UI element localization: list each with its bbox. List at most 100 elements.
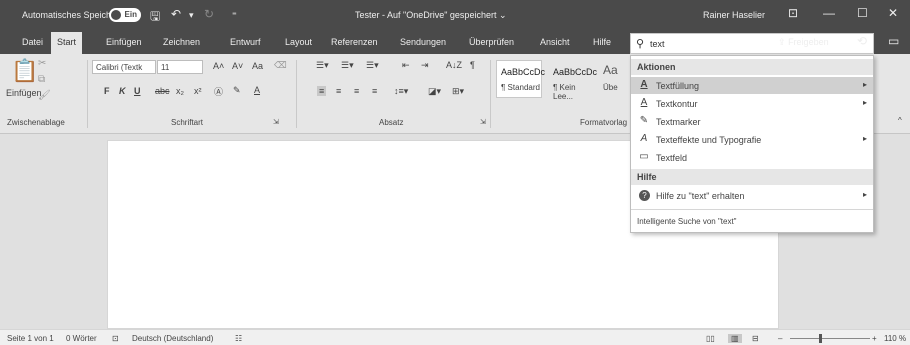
menu-item-texteffekte[interactable]: A Texteffekte und Typografie ▸ <box>631 131 873 148</box>
proofing-icon[interactable]: ⊡ <box>112 334 119 343</box>
text-effects-icon[interactable]: Ⓐ <box>214 85 223 98</box>
history-icon[interactable]: ⟲ <box>857 34 867 48</box>
collapse-ribbon-icon[interactable]: ^ <box>898 116 902 125</box>
font-size-field[interactable]: 11 <box>157 60 203 74</box>
tab-ansicht[interactable]: Ansicht <box>540 37 570 47</box>
clear-formatting-icon[interactable]: ⌫ <box>274 60 287 71</box>
zoom-slider[interactable] <box>790 338 870 339</box>
menu-item-label: Textfüllung <box>656 81 700 91</box>
align-left-icon[interactable]: ≡ <box>317 86 327 96</box>
redo-icon[interactable]: ↻ <box>204 7 214 21</box>
zoom-slider-thumb[interactable] <box>819 334 822 343</box>
tab-einfuegen[interactable]: Einfügen <box>106 37 142 47</box>
autosave-toggle[interactable]: Ein <box>109 8 141 22</box>
menu-item-help[interactable]: ? Hilfe zu "text" erhalten ▸ <box>631 187 873 204</box>
tab-datei[interactable]: Datei <box>22 37 43 47</box>
section-header-help: Hilfe <box>631 169 873 185</box>
menu-item-label: Texteffekte und Typografie <box>656 135 762 145</box>
paragraph-dialog-launcher-icon[interactable]: ⇲ <box>480 118 486 126</box>
undo-icon[interactable]: ↶ <box>171 7 181 21</box>
minimize-icon[interactable]: — <box>823 6 835 20</box>
paragraph-group-label: Absatz <box>379 118 404 127</box>
font-name-field[interactable]: Calibri (Textk <box>92 60 156 74</box>
justify-icon[interactable]: ≡ <box>372 86 377 96</box>
undo-dropdown-icon[interactable]: ▾ <box>189 10 194 21</box>
menu-item-label: Textkontur <box>656 99 698 109</box>
text-effects-icon: A <box>640 133 648 144</box>
accessibility-icon[interactable]: ☷ <box>235 334 242 343</box>
tab-entwurf[interactable]: Entwurf <box>230 37 261 47</box>
tab-referenzen[interactable]: Referenzen <box>331 37 378 47</box>
style-standard[interactable]: AaBbCcDc ¶ Standard <box>496 60 545 98</box>
zoom-out-button[interactable]: – <box>778 334 782 343</box>
italic-button[interactable]: K <box>119 86 126 96</box>
font-color-icon[interactable]: A <box>254 85 260 95</box>
tab-ueberpruefen[interactable]: Überprüfen <box>469 37 514 47</box>
share-button[interactable]: ⇪ Freigeben <box>778 37 829 48</box>
customize-icon[interactable]: ⁼ <box>232 10 237 21</box>
menu-item-textfuellung[interactable]: A Textfüllung ▸ <box>631 77 873 94</box>
line-spacing-icon[interactable]: ↕≡▾ <box>394 86 408 97</box>
style-heading[interactable]: Aa Übe <box>598 60 630 98</box>
decrease-indent-icon[interactable]: ⇤ <box>402 60 410 71</box>
style-no-spacing[interactable]: AaBbCcDc ¶ Kein Lee... <box>548 60 597 101</box>
shading-icon[interactable]: ◪▾ <box>428 86 441 97</box>
ribbon-display-icon[interactable]: ⊡ <box>788 6 798 20</box>
bold-button[interactable]: F <box>104 86 110 96</box>
subscript-button[interactable]: x₂ <box>176 86 184 96</box>
user-name[interactable]: Rainer Haselier <box>703 10 765 20</box>
borders-icon[interactable]: ⊞▾ <box>452 86 464 97</box>
language[interactable]: Deutsch (Deutschland) <box>132 334 213 343</box>
superscript-button[interactable]: x² <box>194 86 202 96</box>
increase-indent-icon[interactable]: ⇥ <box>421 60 429 71</box>
help-icon: ? <box>639 190 650 201</box>
align-right-icon[interactable]: ≡ <box>354 86 359 96</box>
grow-font-button[interactable]: A˄ <box>213 61 224 71</box>
shrink-font-button[interactable]: A˅ <box>232 61 243 71</box>
style-name: ¶ Kein Lee... <box>553 83 576 101</box>
tab-hilfe[interactable]: Hilfe <box>593 37 611 47</box>
read-mode-icon[interactable]: ▯▯ <box>706 334 715 343</box>
comments-icon[interactable]: ▭ <box>888 34 899 48</box>
multilevel-list-icon[interactable]: ☰▾ <box>366 60 379 71</box>
paste-icon[interactable]: 📋 <box>11 58 38 84</box>
close-icon[interactable]: ✕ <box>888 6 898 20</box>
document-title-chevron-icon[interactable]: ⌄ <box>499 10 507 20</box>
web-layout-icon[interactable]: ⊟ <box>752 334 759 343</box>
save-icon[interactable]: 🖫 <box>150 7 160 28</box>
numbering-icon[interactable]: ☰▾ <box>341 60 354 71</box>
maximize-icon[interactable]: ☐ <box>857 6 868 20</box>
menu-item-label: Textmarker <box>656 117 701 127</box>
strikethrough-button[interactable]: abc <box>155 86 170 96</box>
word-count[interactable]: 0 Wörter <box>66 334 97 343</box>
sort-button[interactable]: A↓Z <box>446 60 462 70</box>
search-suggestions-dropdown: Aktionen A Textfüllung ▸ A Textkontur ▸ … <box>630 55 874 233</box>
search-box[interactable]: ⚲ text <box>630 33 874 54</box>
bullets-icon[interactable]: ☰▾ <box>316 60 329 71</box>
zoom-in-button[interactable]: + <box>872 334 877 343</box>
tab-zeichnen[interactable]: Zeichnen <box>163 37 200 47</box>
show-formatting-button[interactable]: ¶ <box>470 60 475 70</box>
menu-item-textkontur[interactable]: A Textkontur ▸ <box>631 95 873 112</box>
paste-button[interactable]: Einfügen <box>6 88 42 98</box>
underline-button[interactable]: U <box>134 86 141 96</box>
cut-icon[interactable]: ✂ <box>38 58 46 69</box>
page-count[interactable]: Seite 1 von 1 <box>7 334 54 343</box>
menu-item-textmarker[interactable]: ✎ Textmarker <box>631 113 873 130</box>
smart-lookup-link[interactable]: Intelligente Suche von "text" <box>637 217 737 226</box>
copy-icon[interactable]: ⧉ <box>38 74 45 85</box>
highlight-icon[interactable]: ✎ <box>233 85 241 96</box>
print-layout-icon[interactable]: ▥ <box>728 334 742 343</box>
tab-sendungen[interactable]: Sendungen <box>400 37 446 47</box>
tab-layout[interactable]: Layout <box>285 37 312 47</box>
menu-item-textfeld[interactable]: ▭ Textfeld <box>631 149 873 166</box>
align-center-icon[interactable]: ≡ <box>336 86 341 96</box>
change-case-button[interactable]: Aa <box>252 61 263 71</box>
search-input[interactable]: text <box>650 39 665 49</box>
chevron-right-icon: ▸ <box>862 190 867 199</box>
font-dialog-launcher-icon[interactable]: ⇲ <box>273 118 279 126</box>
format-painter-icon[interactable]: 🖌 <box>38 90 51 101</box>
zoom-level[interactable]: 110 % <box>884 334 906 343</box>
menu-item-label: Textfeld <box>656 153 688 163</box>
tab-start[interactable]: Start <box>51 32 83 54</box>
